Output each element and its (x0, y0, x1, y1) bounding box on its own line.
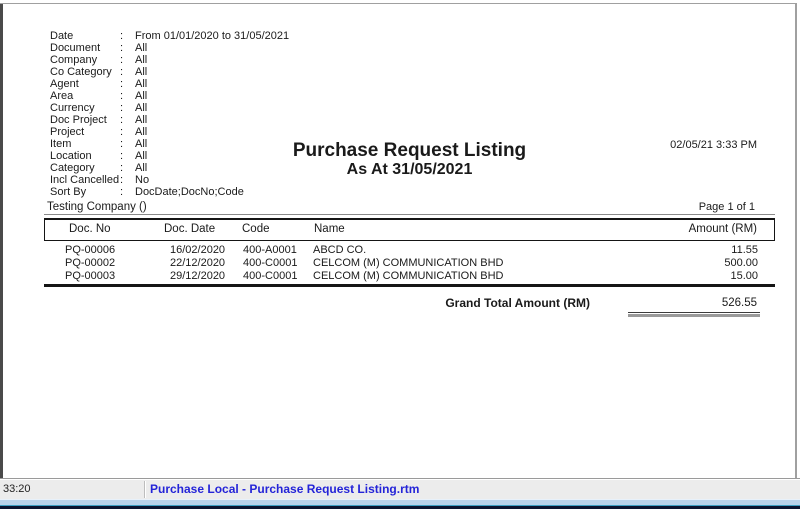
filter-value: All (135, 54, 147, 66)
filter-value: All (135, 126, 147, 138)
column-header-doc-no: Doc. No (69, 223, 111, 235)
filter-row-area: Area:All (50, 90, 289, 102)
filter-value: All (135, 42, 147, 54)
cell-doc-date: 22/12/2020 (170, 257, 225, 270)
filter-label: Company (50, 54, 120, 66)
cell-doc-no: PQ-00003 (65, 270, 115, 283)
cell-amount: 11.55 (731, 244, 758, 257)
status-document-name: Purchase Local - Purchase Request Listin… (150, 482, 419, 496)
filter-colon: : (120, 90, 135, 102)
filter-row-sort-by: Sort By:DocDate;DocNo;Code (50, 186, 289, 198)
filter-row-agent: Agent:All (50, 78, 289, 90)
filter-colon: : (120, 54, 135, 66)
cell-doc-date: 16/02/2020 (170, 244, 225, 257)
table-row: PQ-00003 29/12/2020 400-C0001 CELCOM (M)… (44, 270, 775, 283)
filter-colon: : (120, 126, 135, 138)
filter-colon: : (120, 186, 135, 198)
column-header-name: Name (314, 223, 345, 235)
filter-label: Currency (50, 102, 120, 114)
cell-name: CELCOM (M) COMMUNICATION BHD (313, 257, 503, 270)
filter-row-date: Date:From 01/01/2020 to 31/05/2021 (50, 30, 289, 42)
preview-pane-top-edge (0, 3, 797, 4)
status-timer: 33:20 (3, 483, 31, 495)
filter-colon: : (120, 78, 135, 90)
grand-total-value: 526.55 (722, 297, 757, 309)
filter-colon: : (120, 114, 135, 126)
filter-colon: : (120, 30, 135, 42)
column-header-amount: Amount (RM) (689, 223, 757, 235)
cell-code: 400-C0001 (243, 270, 297, 283)
filter-row-co-category: Co Category:All (50, 66, 289, 78)
filter-value: All (135, 90, 147, 102)
preview-pane-right-edge (795, 3, 797, 478)
report-subtitle: As At 31/05/2021 (44, 161, 775, 179)
filter-row-document: Document:All (50, 42, 289, 54)
filter-colon: : (120, 66, 135, 78)
report-title: Purchase Request Listing (44, 140, 775, 162)
print-datetime: 02/05/21 3:33 PM (670, 139, 757, 151)
status-bar: 33:20 Purchase Local - Purchase Request … (0, 478, 800, 499)
page-indicator: Page 1 of 1 (699, 201, 755, 213)
filter-value: All (135, 102, 147, 114)
filter-row-company: Company:All (50, 54, 289, 66)
table-header-row: Doc. No Doc. Date Code Name Amount (RM) (44, 218, 775, 241)
filter-colon: : (120, 42, 135, 54)
filter-value: All (135, 66, 147, 78)
filter-label: Agent (50, 78, 120, 90)
cell-code: 400-A0001 (243, 244, 297, 257)
column-header-code: Code (242, 223, 270, 235)
cell-amount: 500.00 (724, 257, 758, 270)
filter-label: Date (50, 30, 120, 42)
status-bar-divider-highlight (145, 481, 146, 498)
filter-label: Doc Project (50, 114, 120, 126)
table-row: PQ-00002 22/12/2020 400-C0001 CELCOM (M)… (44, 257, 775, 270)
grand-total-rule-gray (628, 314, 760, 317)
filter-value: From 01/01/2020 to 31/05/2021 (135, 30, 289, 42)
cell-doc-no: PQ-00006 (65, 244, 115, 257)
grand-total-label: Grand Total Amount (RM) (44, 296, 590, 310)
filter-label: Area (50, 90, 120, 102)
preview-pane-left-edge (0, 3, 3, 478)
cell-amount: 15.00 (730, 270, 758, 283)
cell-doc-no: PQ-00002 (65, 257, 115, 270)
filter-row-project: Project:All (50, 126, 289, 138)
filter-value: All (135, 78, 147, 90)
filter-label: Project (50, 126, 120, 138)
filter-colon: : (120, 102, 135, 114)
company-underline (44, 214, 775, 215)
table-row: PQ-00006 16/02/2020 400-A0001 ABCD CO. 1… (44, 244, 775, 257)
filter-row-currency: Currency:All (50, 102, 289, 114)
cell-code: 400-C0001 (243, 257, 297, 270)
filter-label: Sort By (50, 186, 120, 198)
table-bottom-rule (44, 284, 775, 287)
grand-total-rule-dark (628, 312, 760, 313)
filter-label: Co Category (50, 66, 120, 78)
filter-value: DocDate;DocNo;Code (135, 186, 244, 198)
filter-value: All (135, 114, 147, 126)
filter-label: Document (50, 42, 120, 54)
company-name: Testing Company () (47, 201, 147, 213)
cell-name: ABCD CO. (313, 244, 366, 257)
cell-doc-date: 29/12/2020 (170, 270, 225, 283)
column-header-doc-date: Doc. Date (164, 223, 215, 235)
cell-name: CELCOM (M) COMMUNICATION BHD (313, 270, 503, 283)
filter-row-doc-project: Doc Project:All (50, 114, 289, 126)
